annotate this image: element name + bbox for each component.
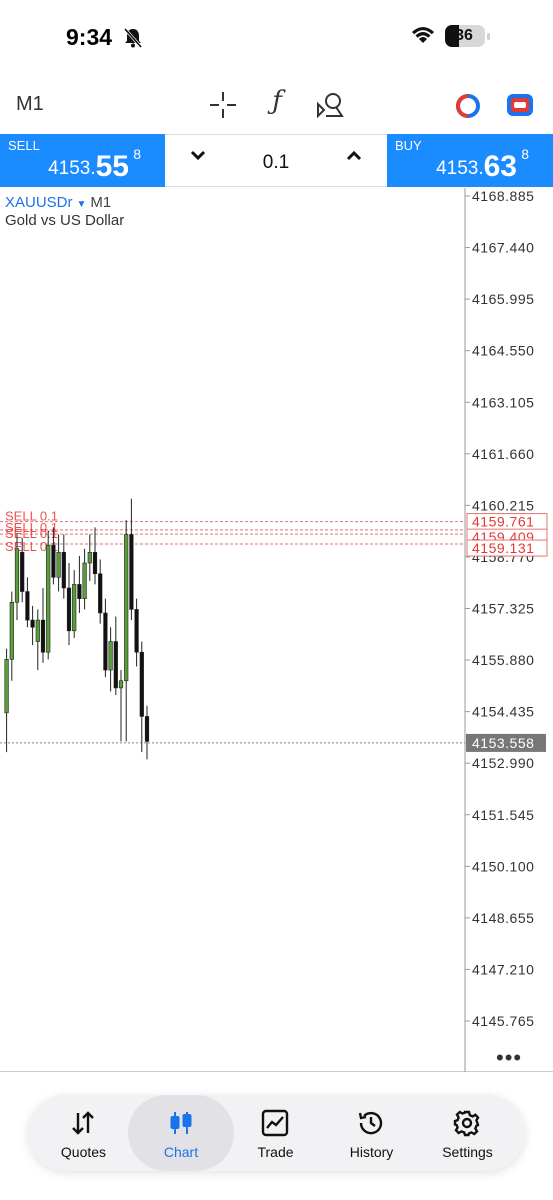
crosshair-icon[interactable] [208,90,238,120]
candle-body [56,551,61,578]
candle-body [92,551,98,575]
candle-body [20,551,25,592]
y-tick-label: 4163.105 [472,394,534,410]
nav-chart[interactable]: Chart [128,1095,234,1171]
trade-panel-icon[interactable] [506,93,534,122]
objects-icon[interactable] [314,90,344,120]
y-tick-label: 4145.765 [472,1013,534,1029]
candle-body [98,573,103,614]
nav-settings-label: Settings [442,1144,493,1160]
candle-body [87,551,92,564]
chevron-up-icon[interactable] [345,149,363,168]
candle-body [139,651,144,717]
symbol-timeframe: M1 [90,194,112,211]
y-tick-label: 4150.100 [472,858,534,874]
buy-label: BUY [395,138,422,153]
y-tick-label: 4160.215 [472,497,534,513]
one-click-trade-panel: SELL 4153.55 8 0.1 BUY 4153.63 8 [0,134,553,187]
history-icon [357,1109,385,1137]
nav-trade-label: Trade [257,1144,294,1160]
nav-settings[interactable]: Settings [420,1095,515,1171]
more-options-icon[interactable]: ••• [496,1045,522,1071]
current-price-label: 4153.558 [472,735,534,751]
candle-body [82,562,87,599]
y-tick-label: 4165.995 [472,291,534,307]
nav-quotes[interactable]: Quotes [36,1095,131,1171]
candle-body [108,641,113,671]
gear-icon [453,1109,481,1137]
battery-level: 36 [455,27,473,44]
candle-body [103,612,108,671]
timeframe-button[interactable]: M1 [16,93,44,116]
y-tick-label: 4147.210 [472,961,534,977]
nav-trade[interactable]: Trade [228,1095,323,1171]
order-price-label: 4159.761 [472,514,534,530]
price-chart[interactable]: 4168.885 4167.440 4165.995 4164.550 4163.105… [0,188,553,1092]
candle-body [40,619,46,653]
clock: 9:34 [66,24,113,50]
buy-button[interactable]: BUY 4153.63 8 [387,134,553,187]
nav-chart-label: Chart [163,1144,199,1160]
symbol-header[interactable]: XAUUSDr ▼ M1 [5,194,111,211]
candle-body [51,544,56,578]
candle-body [113,641,118,689]
candle-body [46,544,51,653]
candle-body [14,548,20,603]
sell-price: 4153.55 8 [48,146,141,183]
bottom-navigation: Quotes Chart Trade History Settings [28,1095,525,1171]
candle-body [25,591,30,621]
candle-body [144,716,150,742]
symbol-name[interactable]: XAUUSDr [5,194,73,211]
sell-button[interactable]: SELL 4153.55 8 [0,134,165,187]
quotes-icon [69,1109,97,1137]
y-tick-label: 4151.545 [472,807,534,823]
status-bar: 9:34 36 [0,0,553,75]
candle-body [35,619,40,642]
candle-body [66,587,72,632]
indicators-icon[interactable]: ƒ [262,86,292,116]
volume-selector: 0.1 [165,134,387,187]
y-tick-label: 4155.880 [472,652,534,668]
candle-body [118,680,124,689]
y-tick-label: 4167.440 [472,240,534,256]
candle-body [30,619,35,628]
trade-icon [261,1109,289,1137]
y-tick-label: 4152.990 [472,755,534,771]
candle-body [134,609,139,653]
sell-label: SELL [8,138,40,153]
symbol-description: Gold vs US Dollar [5,212,125,229]
buy-price: 4153.63 8 [436,146,529,183]
y-tick-label: 4161.660 [472,446,534,462]
chart-canvas[interactable]: 4168.885 4167.440 4165.995 4164.550 4163.105… [0,188,553,1092]
candle-body [9,601,14,660]
candle-body [129,534,134,610]
caret-down-icon[interactable]: ▼ [77,199,87,210]
nav-history-label: History [349,1144,394,1160]
candle-body [77,584,82,599]
battery-indicator: 36 [445,25,490,47]
candle-body [124,534,129,682]
candle-body [72,584,77,632]
candle-body [4,659,9,714]
y-tick-label: 4157.325 [472,601,534,617]
candle-body [61,551,66,589]
one-click-trading-icon[interactable] [455,93,481,124]
nav-quotes-label: Quotes [60,1144,107,1160]
wifi-icon [410,25,436,50]
bell-muted-icon [123,27,143,54]
candlestick-icon [167,1109,195,1137]
y-tick-label: 4148.655 [472,910,534,926]
y-tick-label: 4164.550 [472,343,534,359]
y-tick-label: 4168.885 [472,188,534,204]
nav-history[interactable]: History [324,1095,419,1171]
y-tick-label: 4154.435 [472,704,534,720]
order-price-label: 4159.131 [472,540,534,556]
